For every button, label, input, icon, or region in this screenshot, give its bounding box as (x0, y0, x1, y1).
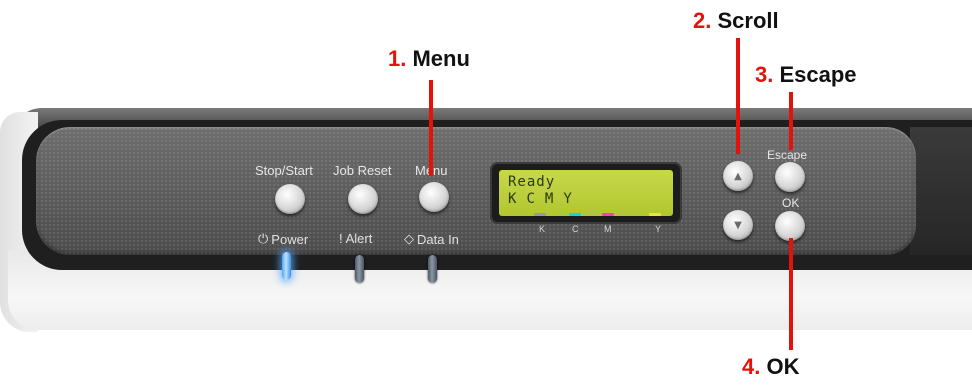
printer-control-panel-photo: Stop/Start Job Reset Menu ⏻ Power ! Aler… (0, 0, 972, 390)
job-reset-label: Job Reset (333, 163, 392, 178)
data-in-icon: ◇ (404, 231, 414, 246)
toner-letter-c: C (572, 224, 579, 234)
menu-button[interactable] (419, 182, 449, 212)
power-led (282, 252, 291, 280)
lcd-toner-gauge: K C M Y (508, 191, 582, 207)
alert-indicator-label: ! Alert (339, 231, 372, 246)
toner-gauge-m: M (544, 191, 555, 207)
callout-ok-text: OK (766, 354, 800, 379)
alert-led (355, 255, 364, 283)
ok-pointer-line (789, 238, 793, 350)
stop-start-label: Stop/Start (255, 163, 313, 178)
callout-scroll-text: Scroll (717, 8, 779, 33)
toner-color-swatch-k (534, 213, 546, 216)
callout-escape: 3. Escape (755, 62, 857, 88)
toner-gauge-k: K (508, 191, 518, 207)
toner-color-swatch-c (569, 213, 581, 216)
toner-color-swatch-y (649, 213, 661, 216)
ok-label: OK (782, 196, 800, 210)
alert-icon: ! (339, 231, 343, 246)
ok-button[interactable] (775, 211, 805, 241)
power-icon: ⏻ (258, 231, 269, 246)
scroll-down-button[interactable]: ▼ (723, 210, 753, 240)
callout-menu-number: 1. (388, 46, 407, 71)
callout-escape-text: Escape (779, 62, 857, 87)
toner-gauge-c: C (526, 191, 536, 207)
toner-color-swatch-m (602, 213, 614, 216)
callout-escape-number: 3. (755, 62, 774, 87)
panel-right-trim (910, 127, 972, 255)
power-indicator-label: ⏻ Power (258, 231, 308, 247)
callout-scroll: 2. Scroll (693, 8, 779, 34)
callout-ok-number: 4. (742, 354, 761, 379)
job-reset-button[interactable] (348, 184, 378, 214)
callout-menu-text: Menu (412, 46, 470, 71)
alert-label-text: Alert (345, 231, 373, 246)
data-in-indicator-label: ◇ Data In (404, 231, 459, 247)
callout-ok: 4. OK (742, 354, 799, 380)
power-label-text: Power (271, 231, 309, 247)
toner-letter-y: Y (655, 224, 662, 234)
data-in-label-text: Data In (417, 231, 459, 247)
escape-button[interactable] (775, 162, 805, 192)
scroll-pointer-line (736, 38, 740, 154)
toner-letter-m: M (604, 224, 612, 234)
escape-label: Escape (767, 148, 808, 162)
menu-pointer-line (429, 80, 433, 176)
scroll-up-button[interactable]: ▲ (723, 161, 753, 191)
lcd-display: Ready K C M Y (499, 170, 673, 216)
data-in-led (428, 255, 437, 283)
lcd-status-text: Ready (508, 174, 556, 190)
callout-scroll-number: 2. (693, 8, 712, 33)
triangle-up-icon: ▲ (734, 170, 742, 182)
toner-letter-k: K (539, 224, 546, 234)
stop-start-button[interactable] (275, 184, 305, 214)
toner-gauge-y: Y (563, 191, 573, 207)
escape-pointer-line (789, 92, 793, 150)
triangle-down-icon: ▼ (734, 219, 742, 231)
callout-menu: 1. Menu (388, 46, 470, 72)
